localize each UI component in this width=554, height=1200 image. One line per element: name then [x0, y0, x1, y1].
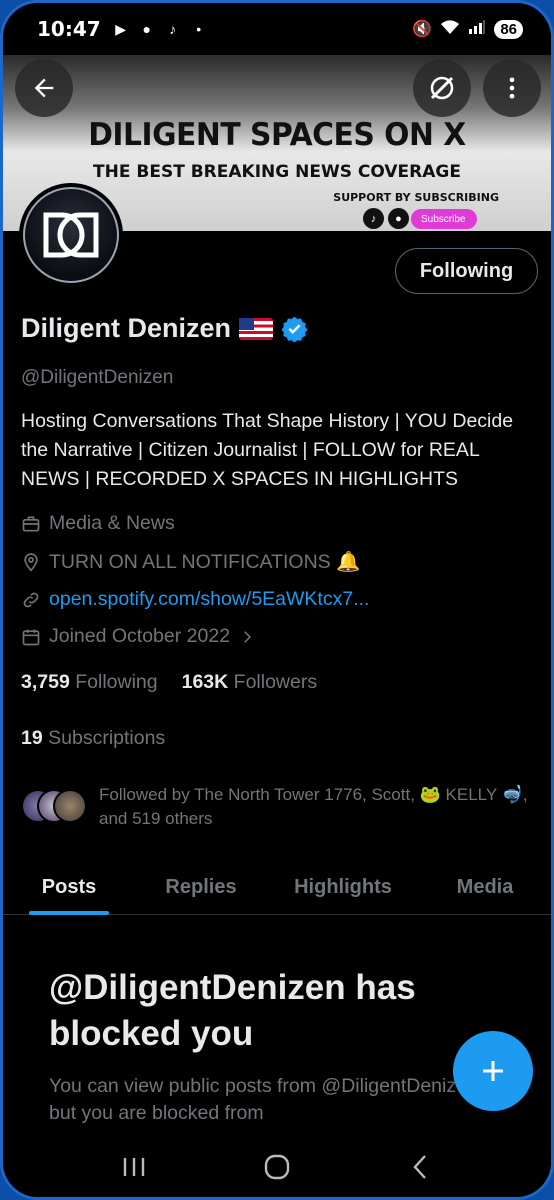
follow-counts: 3,759 Following 163K Followers	[21, 671, 317, 694]
profile-website[interactable]: open.spotify.com/show/5EaWKtcx7...	[21, 588, 369, 611]
website-link[interactable]: open.spotify.com/show/5EaWKtcx7...	[49, 588, 369, 611]
recent-apps-button[interactable]	[104, 1147, 164, 1187]
status-time: 10:47	[37, 17, 101, 41]
mute-icon: 🔇	[412, 21, 433, 38]
banner-subtitle: THE BEST BREAKING NEWS COVERAGE	[93, 162, 461, 182]
x-off-button[interactable]	[413, 59, 471, 117]
followed-by-text: Followed by The North Tower 1776, Scott,…	[99, 785, 528, 828]
follower-avatar	[53, 789, 87, 823]
chat-icon: ●	[142, 21, 151, 37]
followers-count[interactable]: 163K Followers	[182, 671, 317, 694]
battery-level: 86	[494, 19, 523, 39]
compose-button[interactable]	[453, 1031, 533, 1111]
avatar-logo	[23, 187, 119, 283]
back-arrow-icon	[34, 78, 54, 98]
followed-by[interactable]: Followed by The North Tower 1776, Scott,…	[21, 783, 549, 831]
dd-logo-icon	[43, 212, 99, 258]
following-button[interactable]: Following	[395, 248, 538, 294]
system-icons: 🔇 86	[412, 19, 523, 40]
verified-icon	[281, 316, 308, 342]
profile-bio: Hosting Conversations That Shape History…	[21, 410, 514, 490]
back-chevron-icon	[413, 1155, 426, 1179]
dot-icon: •	[196, 21, 202, 37]
status-bar: 10:47 ▶ ● ♪ • 🔇 86	[3, 3, 551, 55]
banner-subscribe: Subscribe	[411, 209, 477, 229]
home-icon	[264, 1154, 290, 1180]
tiktok-icon: ♪	[169, 21, 177, 37]
joined-label: Joined October 2022	[49, 625, 231, 647]
name-row: Diligent Denizen	[21, 313, 308, 344]
link-icon	[23, 592, 39, 607]
wifi-icon	[440, 19, 460, 40]
profile-location: TURN ON ALL NOTIFICATIONS 🔔	[21, 550, 360, 574]
category-label: Media & News	[49, 512, 175, 534]
system-nav-bar	[3, 1127, 551, 1197]
phone-frame: 10:47 ▶ ● ♪ • 🔇 86 DILIGENT SPACES ON X …	[0, 0, 554, 1200]
profile-joined[interactable]: Joined October 2022	[21, 625, 256, 648]
subscriptions-count[interactable]: 19 Subscriptions	[21, 727, 165, 750]
avatar[interactable]	[19, 183, 123, 287]
display-name: Diligent Denizen	[21, 313, 232, 343]
banner-support-text: SUPPORT BY SUBSCRIBING	[333, 191, 499, 204]
follower-avatars	[21, 789, 89, 825]
more-vertical-icon	[509, 77, 515, 99]
recents-icon	[124, 1158, 145, 1176]
youtube-icon: ▶	[115, 20, 127, 37]
profile-category: Media & News	[21, 512, 175, 535]
us-flag-icon	[239, 317, 274, 340]
briefcase-icon	[22, 516, 40, 531]
blocked-title: @DiligentDenizen has blocked you	[49, 968, 416, 1053]
user-handle: @DiligentDenizen	[21, 367, 174, 388]
tab-posts[interactable]: Posts	[3, 859, 135, 915]
back-nav-button[interactable]	[390, 1147, 450, 1187]
profile-tabs: Posts Replies Highlights Media	[3, 859, 551, 915]
chevron-right-icon	[244, 630, 252, 643]
home-button[interactable]	[247, 1147, 307, 1187]
back-button[interactable]	[15, 59, 73, 117]
banner-title: DILIGENT SPACES ON X	[88, 117, 466, 153]
blocked-text: You can view public posts from @Diligent…	[49, 1075, 484, 1124]
bell-icon: ♪	[363, 208, 384, 229]
banner-mini-icons: ♪ ●	[363, 208, 409, 229]
calendar-icon	[22, 629, 40, 645]
x-off-icon	[430, 76, 454, 100]
signal-icon	[468, 19, 486, 40]
notification-icons: ▶ ● ♪ •	[111, 20, 209, 38]
location-pin-icon	[24, 553, 38, 572]
following-count[interactable]: 3,759 Following	[21, 671, 158, 694]
more-button[interactable]	[483, 59, 541, 117]
tab-highlights[interactable]: Highlights	[267, 859, 419, 915]
tab-replies[interactable]: Replies	[135, 859, 267, 915]
tab-media[interactable]: Media	[419, 859, 551, 915]
location-label: TURN ON ALL NOTIFICATIONS 🔔	[49, 551, 361, 573]
plus-icon	[483, 1061, 503, 1081]
user-icon: ●	[388, 208, 409, 229]
active-tab-indicator	[29, 911, 109, 915]
